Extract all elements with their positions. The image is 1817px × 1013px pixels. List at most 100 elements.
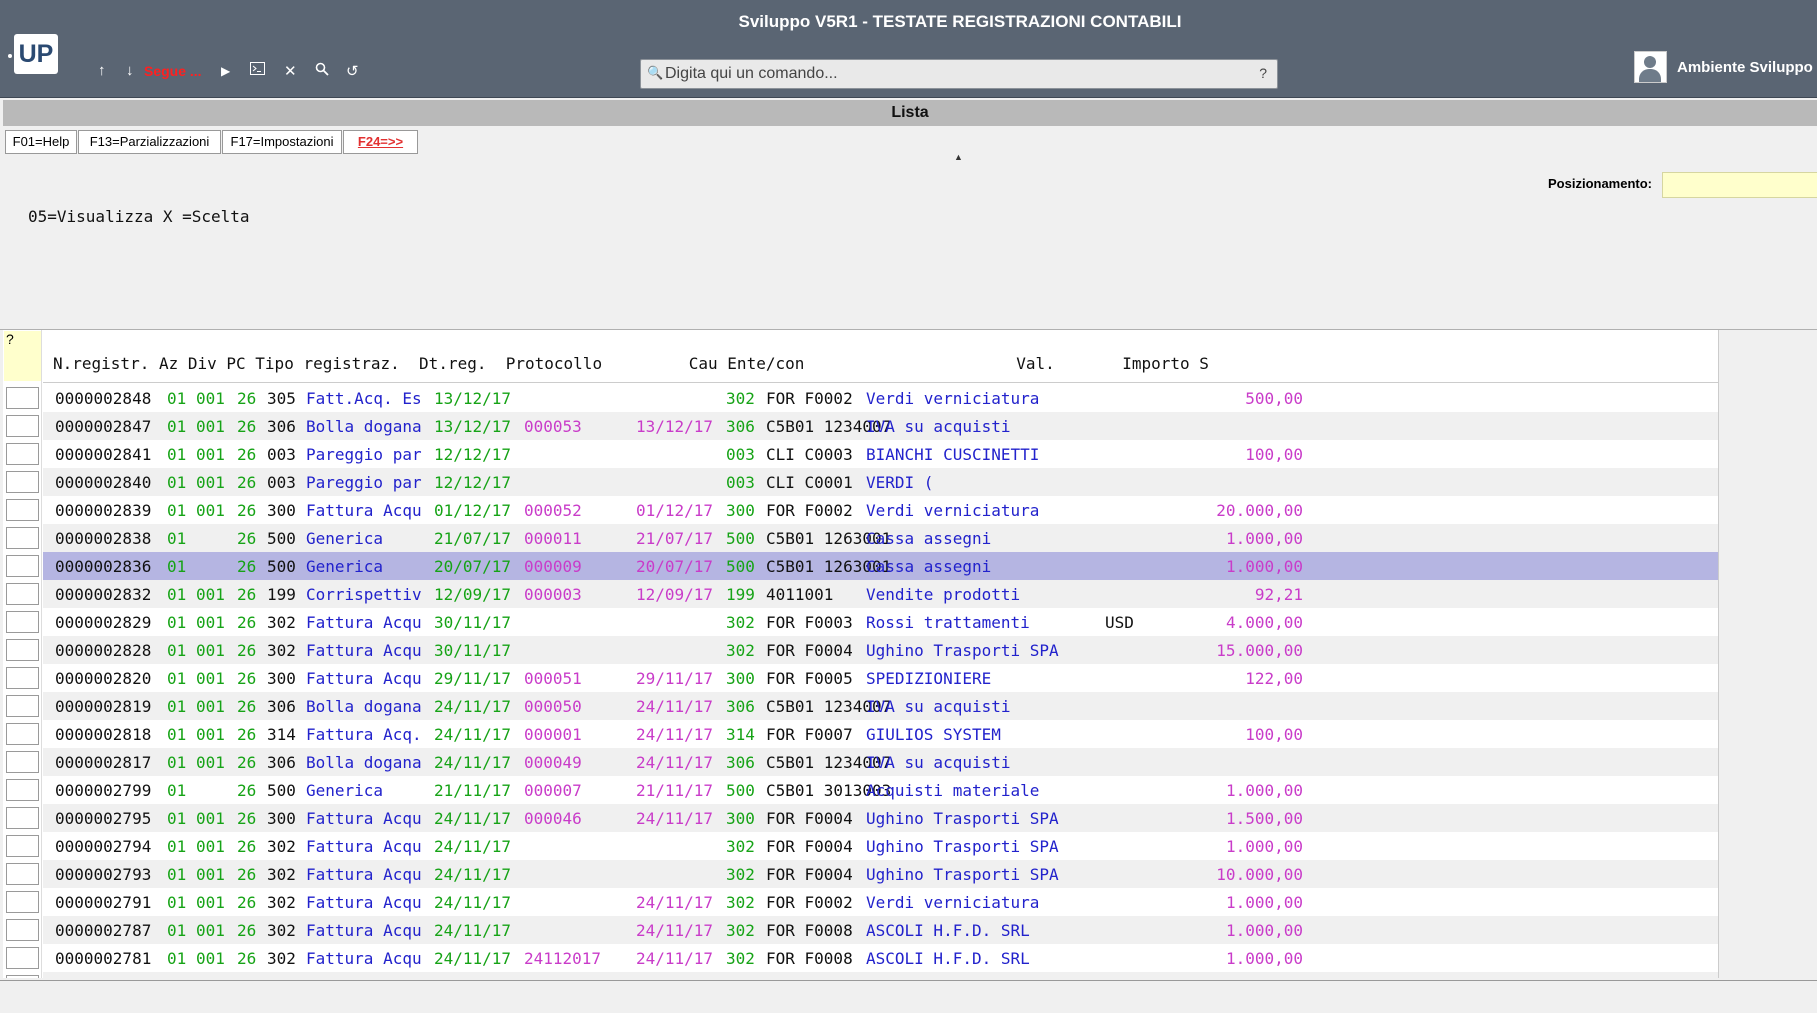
row-select-field[interactable] [6,863,39,885]
table-row[interactable]: 0000002793 01 001 26 302 Fattura Acqu 24/11/17… [43,860,1718,888]
row-select-field[interactable] [6,639,39,661]
table-row[interactable]: 0000002766 01 001 26 302 Fattura Acqu 15/11/17… [43,972,1718,978]
cell-prot: 000052 [524,501,582,520]
table-row[interactable]: 0000002787 01 001 26 302 Fattura Acqu 24/11/17… [43,916,1718,944]
cell-pdt: 13/12/17 [636,417,714,436]
row-select-field[interactable] [6,387,39,409]
table-row[interactable]: 0000002820 01 001 26 300 Fattura Acqu 29/11/17… [43,664,1718,692]
grid-header-divider [43,382,1718,383]
cell-pc: 26 [237,473,257,492]
cell-dt: 12/12/17 [434,445,512,464]
row-select-field[interactable] [6,891,39,913]
cell-tdesc: Bolla dogana [306,753,422,772]
cell-az: 01 [167,697,187,716]
row-select-field[interactable] [6,695,39,717]
cell-pc: 26 [237,781,257,800]
table-row[interactable]: 0000002817 01 001 26 306 Bolla dogana 24/11/17… [43,748,1718,776]
table-row[interactable]: 0000002839 01 001 26 300 Fattura Acqu 01/12/17… [43,496,1718,524]
play-icon[interactable]: ▶ [221,64,230,78]
table-row[interactable]: 0000002795 01 001 26 300 Fattura Acqu 24/11/17… [43,804,1718,832]
cell-div: 001 [196,445,225,464]
row-select-field[interactable] [6,835,39,857]
collapse-caret-icon[interactable]: ▲ [954,152,963,162]
table-row[interactable]: 0000002799 01 26 500 Generica 21/11/17 000007 2… [43,776,1718,804]
table-row[interactable]: 0000002841 01 001 26 003 Pareggio par 12/12/17… [43,440,1718,468]
row-select-field[interactable] [6,947,39,969]
table-row[interactable]: 0000002791 01 001 26 302 Fattura Acqu 24/11/17… [43,888,1718,916]
row-select-field[interactable] [6,415,39,437]
f24-more-button[interactable]: F24=>> [343,130,418,154]
cell-tdesc: Fattura Acq. [306,725,422,744]
row-select-field[interactable] [6,499,39,521]
row-select-field[interactable] [6,975,39,978]
cell-div: 001 [196,809,225,828]
table-row[interactable]: 0000002840 01 001 26 003 Pareggio par 12/12/17… [43,468,1718,496]
cell-div: 001 [196,613,225,632]
user-avatar-icon[interactable] [1634,51,1667,83]
positioning-input[interactable] [1662,172,1817,198]
cell-div: 001 [196,865,225,884]
f17-impostazioni-button[interactable]: F17=Impostazioni [222,130,342,154]
table-row[interactable]: 0000002819 01 001 26 306 Bolla dogana 24/11/17… [43,692,1718,720]
cell-pc: 26 [237,557,257,576]
table-row[interactable]: 0000002836 01 26 500 Generica 20/07/17 000009 2… [43,552,1718,580]
cell-cau: 302 [726,389,755,408]
cell-dt: 24/11/17 [434,921,512,940]
table-row[interactable]: 0000002828 01 001 26 302 Fattura Acqu 30/11/17… [43,636,1718,664]
cell-desc: IVA su acquisti [866,753,1011,772]
cell-pc: 26 [237,949,257,968]
row-select-field[interactable] [6,723,39,745]
command-input[interactable] [663,62,1247,86]
cell-prot: 000049 [524,753,582,772]
cell-dt: 21/07/17 [434,529,512,548]
cell-cau: 306 [726,697,755,716]
search-icon[interactable] [315,62,329,80]
arrow-down-icon[interactable]: ↓ [126,62,134,79]
cell-imp: 500,00 [1245,389,1303,408]
cell-dt: 30/11/17 [434,641,512,660]
row-select-field[interactable] [6,611,39,633]
command-help-icon[interactable]: ? [1259,65,1267,81]
segue-link[interactable]: Segue ... [144,63,202,79]
row-select-field[interactable] [6,443,39,465]
close-icon[interactable]: ✕ [284,62,297,80]
table-row[interactable]: 0000002794 01 001 26 302 Fattura Acqu 24/11/17… [43,832,1718,860]
cell-dt: 24/11/17 [434,809,512,828]
cell-tcode: 302 [267,641,296,660]
cell-dt: 24/11/17 [434,753,512,772]
terminal-icon[interactable] [250,62,265,79]
table-row[interactable]: 0000002832 01 001 26 199 Corrispettiv 12/09/17… [43,580,1718,608]
table-row[interactable]: 0000002848 01 001 26 305 Fatt.Acq. Es 13/12/17… [43,384,1718,412]
f01-help-button[interactable]: F01=Help [5,130,77,154]
selection-header[interactable]: ? [4,331,41,381]
f13-parzializzazioni-button[interactable]: F13=Parzializzazioni [78,130,221,154]
cell-desc: SPEDIZIONIERE [866,669,992,688]
row-select-field[interactable] [6,555,39,577]
row-select-field[interactable] [6,919,39,941]
records-grid: ? N.registr. Az Div PC Tipo registraz. D… [3,330,1719,978]
table-row[interactable]: 0000002847 01 001 26 306 Bolla dogana 13/12/17… [43,412,1718,440]
table-row[interactable]: 0000002781 01 001 26 302 Fattura Acqu 24/11/17… [43,944,1718,972]
row-select-field[interactable] [6,807,39,829]
environment-label[interactable]: Ambiente Sviluppo [1677,59,1813,76]
cell-desc: Vendite prodotti [866,585,1021,604]
row-select-field[interactable] [6,583,39,605]
cell-imp: 1.000,00 [1225,921,1303,940]
cell-imp: 1.000,00 [1225,781,1303,800]
row-select-field[interactable] [6,471,39,493]
row-select-field[interactable] [6,779,39,801]
table-row[interactable]: 0000002829 01 001 26 302 Fattura Acqu 30/11/17… [43,608,1718,636]
cell-dt: 29/11/17 [434,669,512,688]
table-row[interactable]: 0000002818 01 001 26 314 Fattura Acq. 24/11/17… [43,720,1718,748]
cell-imp: 122,00 [1245,669,1303,688]
table-row[interactable]: 0000002838 01 26 500 Generica 21/07/17 000011 2… [43,524,1718,552]
cell-tdesc: Fattura Acqu [306,501,422,520]
arrow-up-icon[interactable]: ↑ [98,62,106,79]
undo-icon[interactable]: ↺ [346,62,359,80]
app-logo[interactable]: UP [8,34,58,74]
cell-div: 001 [196,753,225,772]
row-select-field[interactable] [6,667,39,689]
cell-prot: 000007 [524,781,582,800]
row-select-field[interactable] [6,751,39,773]
row-select-field[interactable] [6,527,39,549]
